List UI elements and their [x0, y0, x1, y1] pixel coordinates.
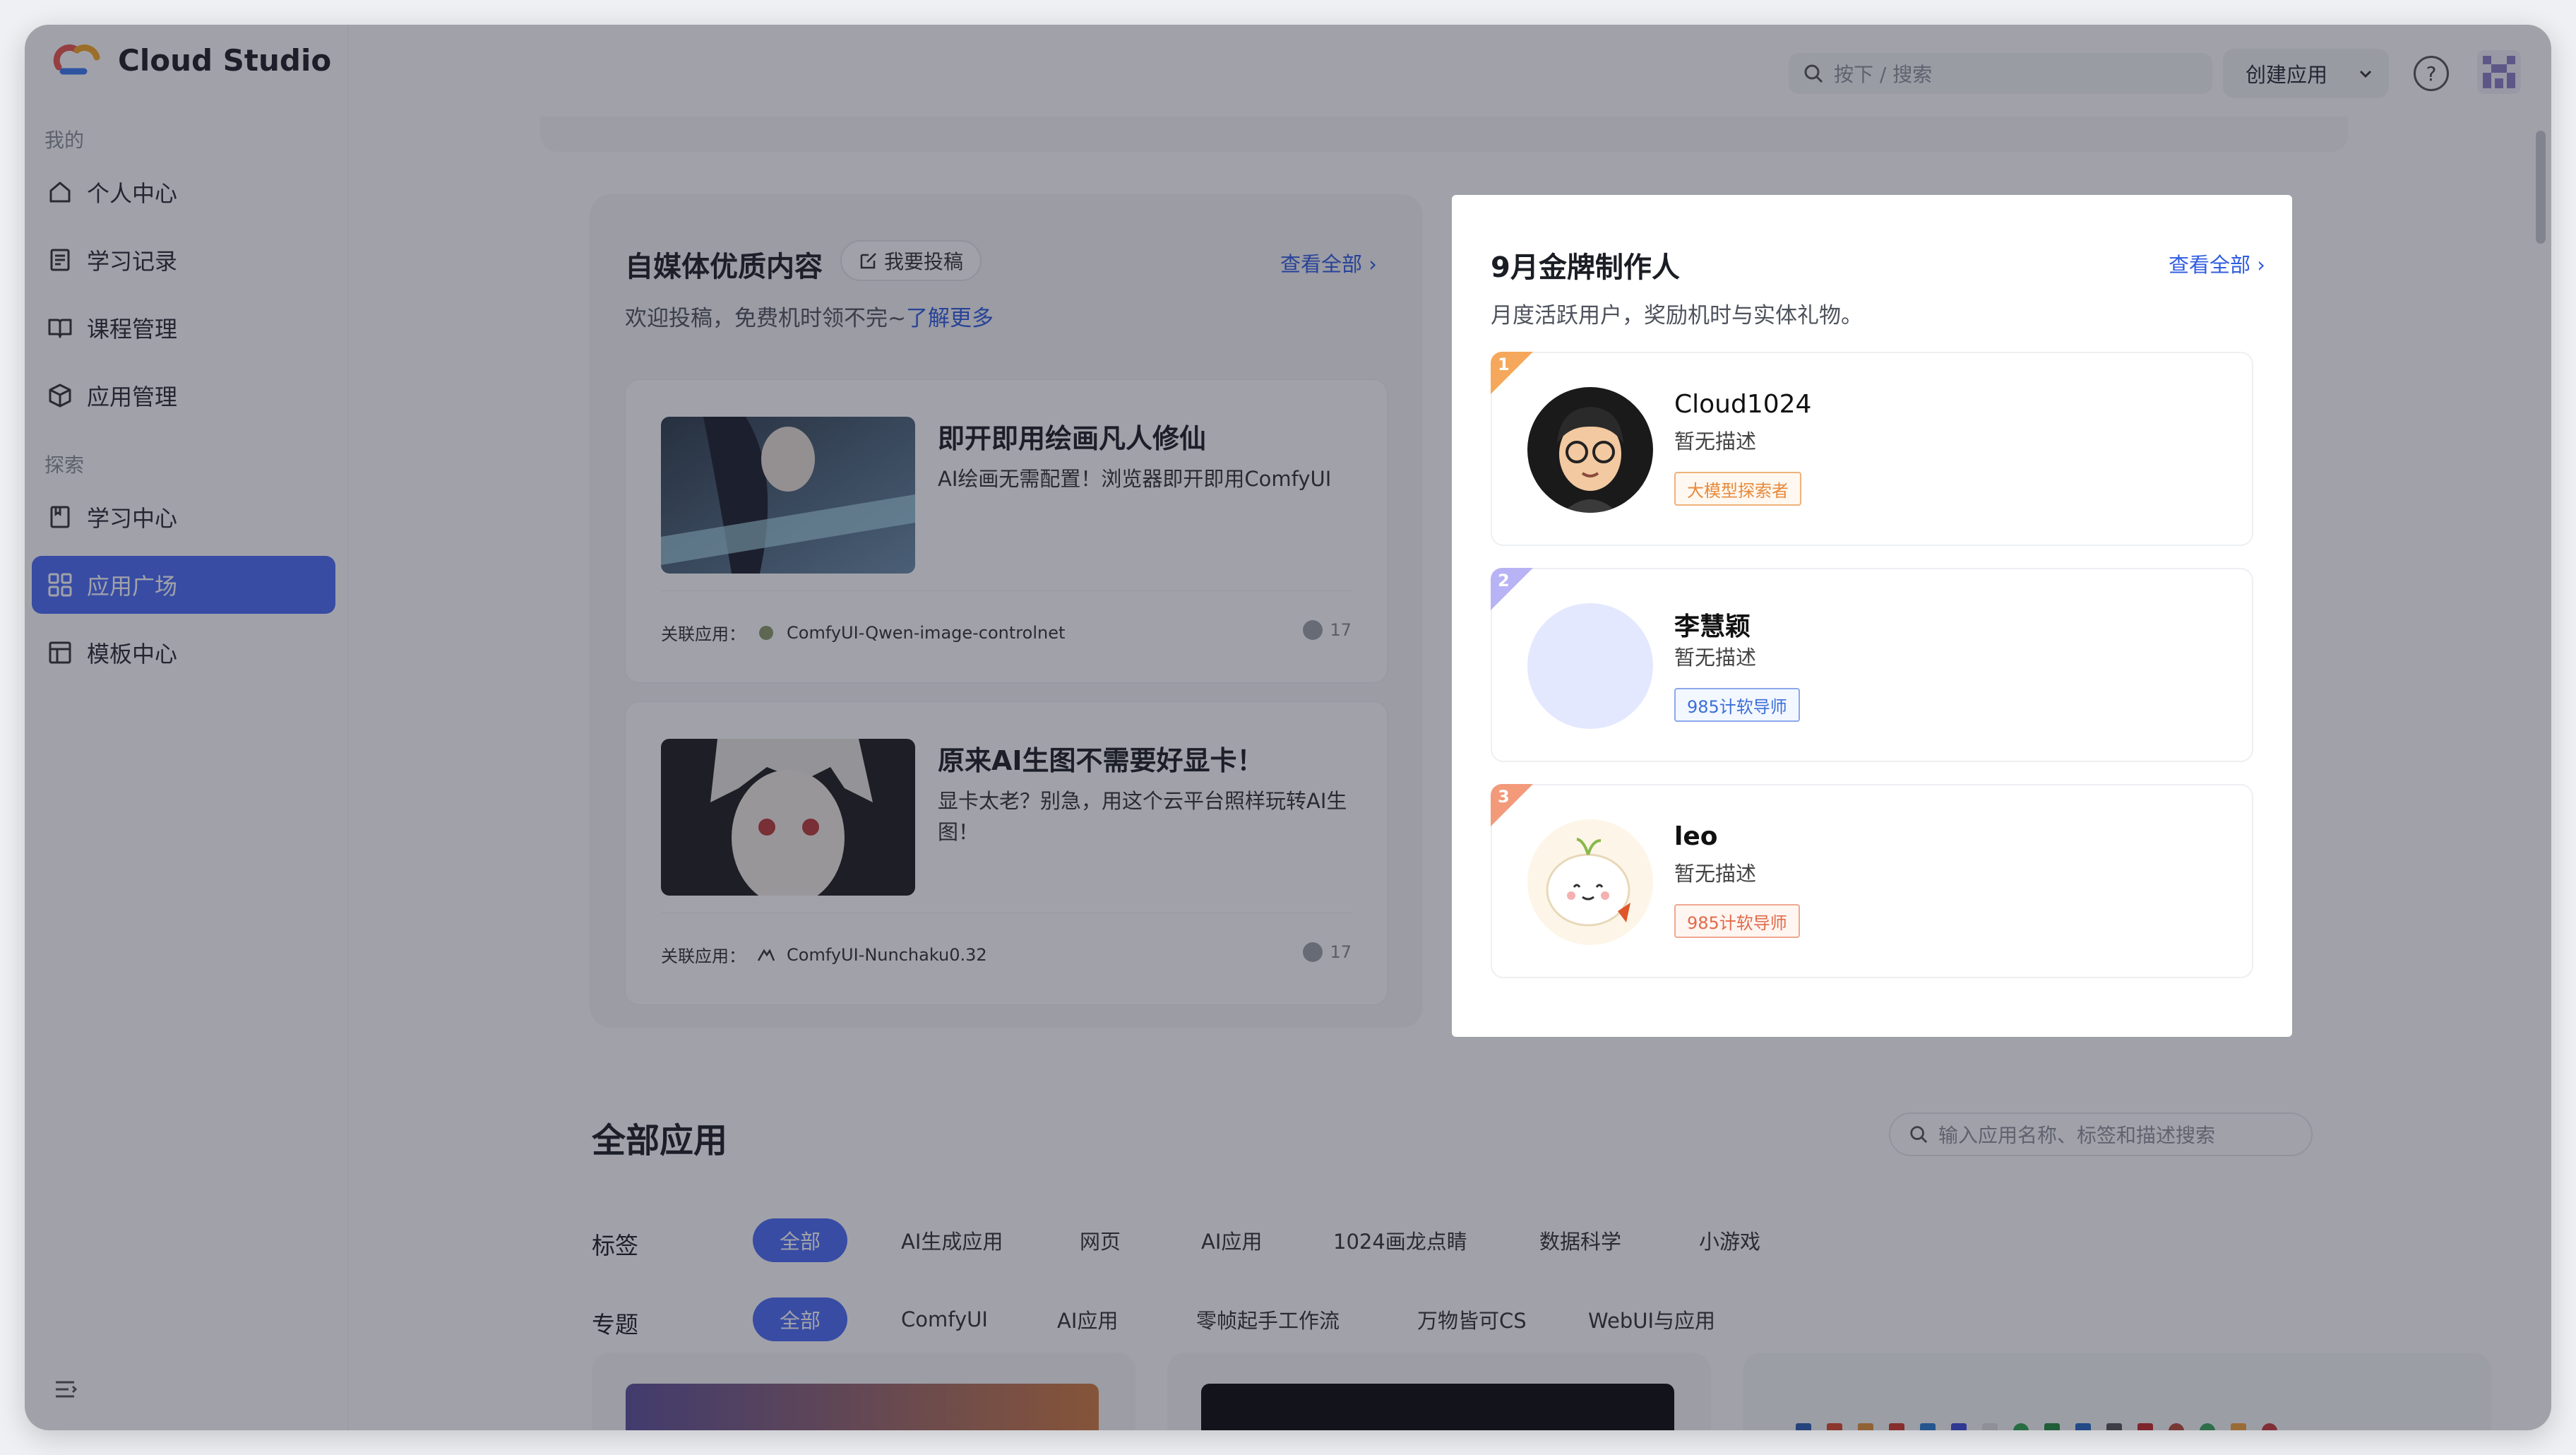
avatar [1527, 603, 1653, 729]
creator-tag-badge: 985计软导师 [1674, 688, 1800, 722]
rank-number: 2 [1498, 571, 1510, 590]
view-all-label: 查看全部 [2169, 253, 2251, 277]
rank-badge: 1 [1491, 352, 1533, 394]
gold-creators-subtitle: 月度活跃用户，奖励机时与实体礼物。 [1491, 303, 1863, 328]
creator-tag-badge: 985计软导师 [1674, 904, 1800, 938]
creator-tag-badge: 大模型探索者 [1674, 472, 1801, 506]
app-window: Cloud Studio 我的 个人中心 学习记录 课程管理 应用管理 探索 学… [25, 25, 2551, 1430]
avatar [1527, 819, 1653, 945]
creator-card[interactable]: 2 李慧颖 暂无描述 985计软导师 [1491, 568, 2253, 762]
creator-description: 暂无描述 [1674, 646, 1757, 670]
creator-name: 李慧颖 [1674, 612, 1751, 641]
rank-badge: 2 [1491, 568, 1533, 610]
creator-name: Cloud1024 [1674, 390, 1812, 419]
rank-badge: 3 [1491, 784, 1533, 826]
creator-description: 暂无描述 [1674, 429, 1757, 453]
gold-creators-view-all-link[interactable]: 查看全部 › [2169, 249, 2265, 278]
gold-creators-title: 9月金牌制作人 [1491, 251, 1680, 284]
creator-card[interactable]: 3 leo 暂无描述 985计软导师 [1491, 784, 2253, 978]
avatar [1527, 387, 1653, 513]
creator-description: 暂无描述 [1674, 862, 1757, 886]
creator-name: leo [1674, 822, 1718, 851]
rank-number: 3 [1498, 787, 1510, 807]
chevron-right-icon: › [2257, 253, 2265, 277]
creator-card[interactable]: 1 Cloud1024 暂无描述 大模型探索者 [1491, 352, 2253, 546]
rank-number: 1 [1498, 355, 1510, 374]
gold-creators-card: 9月金牌制作人 查看全部 › 月度活跃用户，奖励机时与实体礼物。 1 Cloud… [1452, 195, 2292, 1037]
